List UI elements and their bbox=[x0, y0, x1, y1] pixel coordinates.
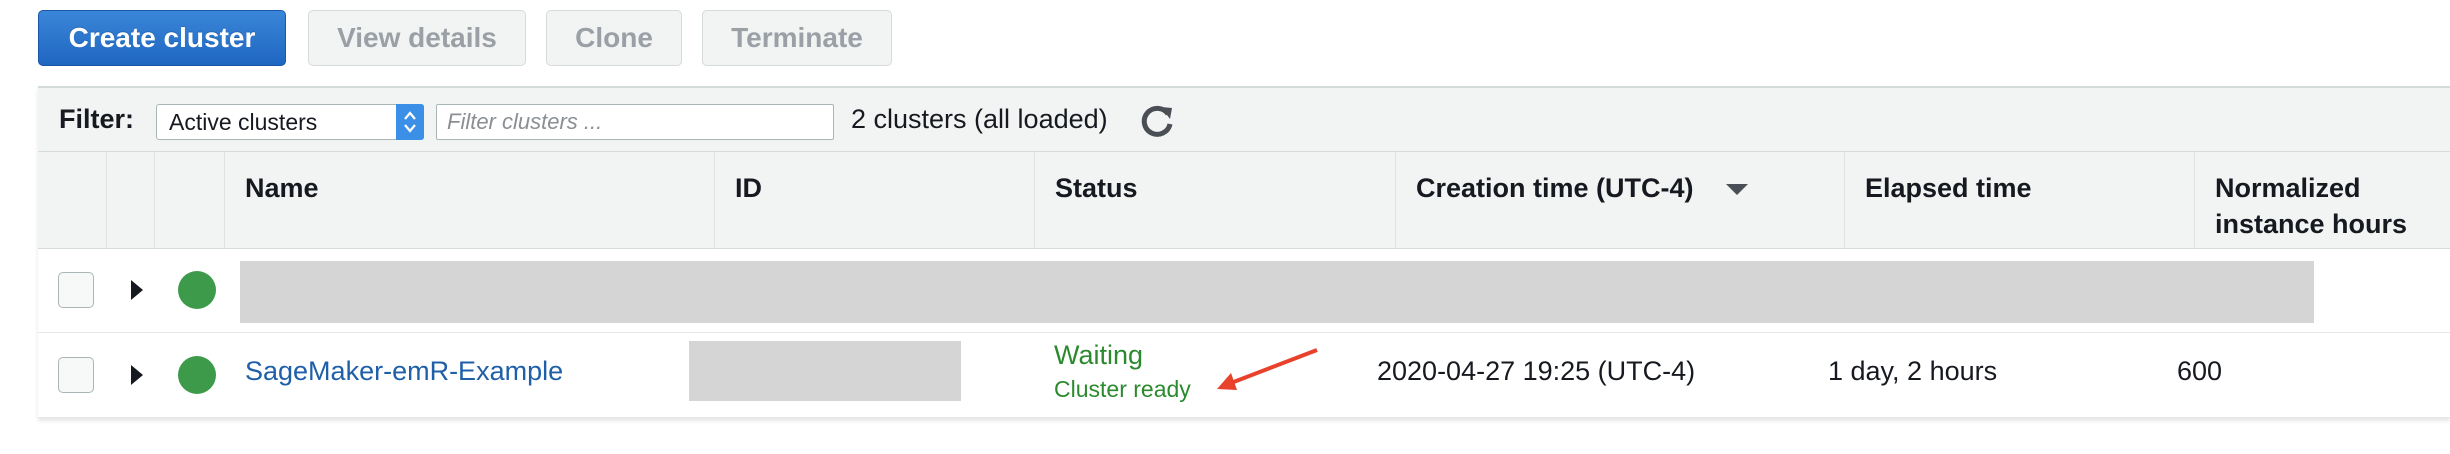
red-arrow-annotation bbox=[1217, 348, 1318, 390]
header-status-label: Status bbox=[1055, 173, 1138, 203]
header-elapsed-time-label: Elapsed time bbox=[1865, 173, 2032, 203]
terminate-button[interactable]: Terminate bbox=[702, 10, 892, 66]
cluster-count-text: 2 clusters (all loaded) bbox=[851, 104, 1108, 134]
table-row[interactable]: SageMaker-emR-Example Waiting Cluster re… bbox=[38, 334, 2450, 418]
select-arrows-icon[interactable] bbox=[396, 104, 424, 140]
emr-cluster-list: Create cluster View details Clone Termin… bbox=[0, 0, 2450, 454]
row-checkbox[interactable] bbox=[58, 357, 94, 393]
cluster-normalized-hours: 600 bbox=[2177, 356, 2223, 386]
header-normalized-hours[interactable]: Normalized instance hours bbox=[2195, 152, 2450, 249]
cluster-name-link[interactable]: SageMaker-emR-Example bbox=[245, 356, 563, 387]
filter-label: Filter: bbox=[59, 104, 135, 134]
clone-button[interactable]: Clone bbox=[546, 10, 682, 66]
create-cluster-button[interactable]: Create cluster bbox=[38, 10, 286, 66]
redacted-cluster-id bbox=[689, 341, 961, 401]
header-creation-time[interactable]: Creation time (UTC-4) bbox=[1396, 152, 1845, 249]
table-header: Name ID Status Creation time (UTC-4) Ela… bbox=[38, 152, 2450, 249]
cluster-status-detail: Cluster ready bbox=[1054, 376, 1191, 402]
filter-bar: Filter: Active clusters 2 clusters (all … bbox=[38, 88, 2450, 152]
header-creation-time-label: Creation time (UTC-4) bbox=[1416, 173, 1694, 203]
header-expand-column bbox=[107, 152, 155, 249]
refresh-icon[interactable] bbox=[1138, 102, 1176, 140]
header-status-dot-column bbox=[155, 152, 225, 249]
row-checkbox[interactable] bbox=[58, 272, 94, 308]
header-id[interactable]: ID bbox=[715, 152, 1035, 249]
header-elapsed-time[interactable]: Elapsed time bbox=[1845, 152, 2195, 249]
cluster-state-select-value: Active clusters bbox=[169, 109, 318, 135]
header-name[interactable]: Name bbox=[225, 152, 715, 249]
header-status[interactable]: Status bbox=[1035, 152, 1396, 249]
header-select-column bbox=[38, 152, 107, 249]
header-name-label: Name bbox=[245, 173, 319, 203]
cluster-status: Waiting bbox=[1054, 340, 1144, 370]
table-row[interactable] bbox=[38, 249, 2450, 333]
clusters-panel: Filter: Active clusters 2 clusters (all … bbox=[38, 86, 2450, 418]
action-toolbar: Create cluster View details Clone Termin… bbox=[38, 10, 892, 66]
sort-descending-icon[interactable] bbox=[1726, 184, 1748, 195]
header-normalized-hours-label: Normalized instance hours bbox=[2215, 173, 2408, 239]
cluster-state-select[interactable]: Active clusters bbox=[156, 104, 424, 140]
header-id-label: ID bbox=[735, 173, 762, 203]
status-dot-icon bbox=[178, 271, 216, 309]
status-dot-icon bbox=[178, 356, 216, 394]
cluster-elapsed-time: 1 day, 2 hours bbox=[1828, 356, 1998, 386]
cluster-creation-time: 2020-04-27 19:25 (UTC-4) bbox=[1377, 356, 1696, 386]
filter-clusters-input[interactable] bbox=[436, 104, 834, 140]
expand-caret-icon[interactable] bbox=[131, 365, 143, 385]
redacted-row-content bbox=[240, 261, 2314, 323]
expand-caret-icon[interactable] bbox=[131, 280, 143, 300]
view-details-button[interactable]: View details bbox=[308, 10, 526, 66]
